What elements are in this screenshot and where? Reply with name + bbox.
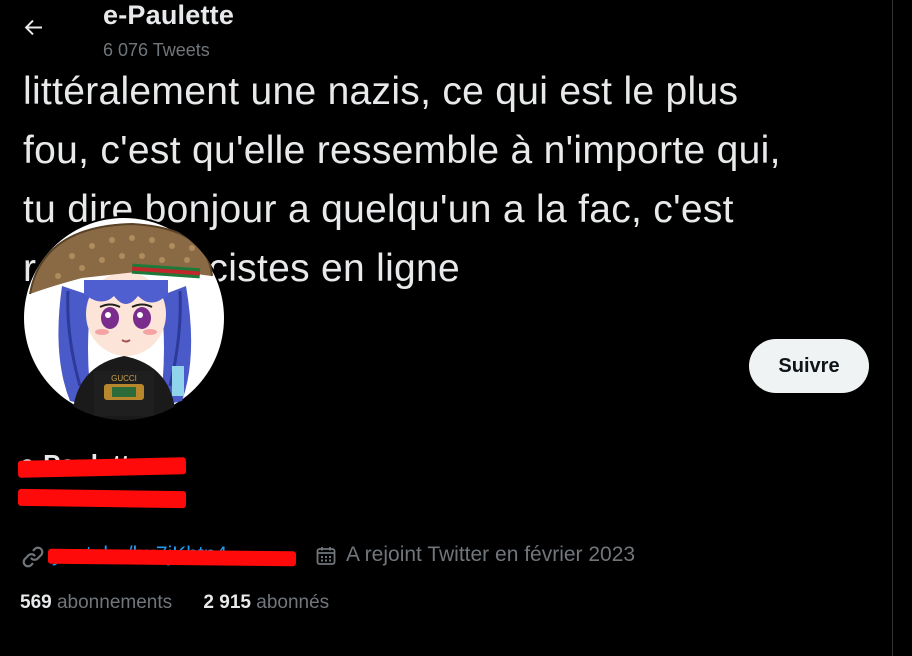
header-title: e-Paulette — [103, 0, 235, 30]
back-button[interactable] — [14, 8, 54, 46]
profile-meta: youtube/bu7jKbtn4... A rejoint Twitter e… — [20, 542, 720, 572]
svg-text:GUCCI: GUCCI — [111, 374, 137, 383]
joined-date: A rejoint Twitter en février 2023 — [346, 543, 636, 566]
column-divider — [892, 0, 893, 656]
avatar-image: GUCCI — [24, 218, 224, 420]
redaction-name — [17, 457, 187, 478]
follow-button[interactable]: Suivre — [749, 339, 869, 393]
following-value: 569 — [20, 592, 52, 613]
redaction-link — [47, 548, 297, 567]
profile-page: e-Paulette 6 076 Tweets littéralement un… — [0, 0, 912, 656]
arrow-left-icon — [24, 19, 42, 36]
tweet-count: 6 076 Tweets — [103, 40, 210, 60]
follow-stats: 569 abonnements 2 915 abonnés — [20, 592, 355, 614]
link-icon — [22, 546, 44, 568]
followers-label: abonnés — [256, 592, 330, 613]
calendar-icon — [316, 547, 336, 565]
followers-count[interactable]: 2 915 abonnés — [203, 592, 329, 614]
redaction-handle — [17, 488, 187, 509]
following-count[interactable]: 569 abonnements — [20, 592, 172, 614]
avatar[interactable]: GUCCI — [22, 216, 226, 420]
followers-value: 2 915 — [203, 592, 251, 613]
following-label: abonnements — [56, 592, 173, 613]
